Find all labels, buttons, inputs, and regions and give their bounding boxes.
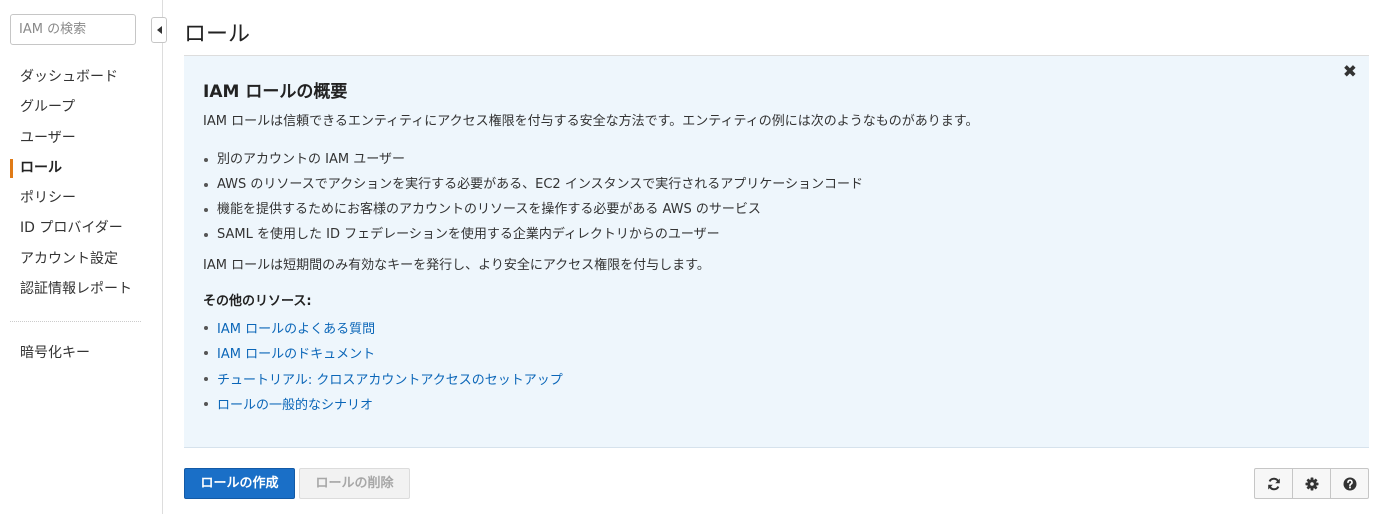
- sidebar-nav: ダッシュボード グループ ユーザー ロール ポリシー ID プロバイダー アカウ…: [0, 62, 162, 304]
- panel-title: IAM ロールの概要: [203, 82, 348, 102]
- settings-button[interactable]: [1293, 468, 1331, 499]
- caret-left-icon: [156, 26, 162, 34]
- tutorial-link[interactable]: チュートリアル: クロスアカウントアクセスのセットアップ: [217, 373, 563, 388]
- help-button[interactable]: [1331, 468, 1369, 499]
- refresh-button[interactable]: [1254, 468, 1293, 499]
- panel-summary: IAM ロールは短期間のみ有効なキーを発行し、より安全にアクセス権限を付与します…: [203, 258, 710, 273]
- list-item: IAM ロールのよくある質問: [203, 315, 563, 340]
- sidebar-item-encryption-keys[interactable]: 暗号化キー: [0, 338, 162, 368]
- documentation-link[interactable]: IAM ロールのドキュメント: [217, 347, 375, 362]
- resources-link-list: IAM ロールのよくある質問 IAM ロールのドキュメント チュートリアル: ク…: [203, 315, 563, 416]
- list-item: IAM ロールのドキュメント: [203, 340, 563, 365]
- close-icon[interactable]: ✖: [1343, 62, 1357, 82]
- sidebar-item-account-settings[interactable]: アカウント設定: [0, 244, 162, 274]
- sidebar-item-dashboard[interactable]: ダッシュボード: [0, 62, 162, 92]
- gear-icon: [1305, 477, 1318, 490]
- resources-heading: その他のリソース:: [203, 294, 312, 309]
- create-role-button[interactable]: ロールの作成: [184, 468, 295, 499]
- info-panel: ✖ IAM ロールの概要 IAM ロールは信頼できるエンティティにアクセス権限を…: [184, 56, 1369, 448]
- collapse-sidebar-button[interactable]: [151, 17, 167, 43]
- entity-example-list: 別のアカウントの IAM ユーザー AWS のリソースでアクションを実行する必要…: [203, 147, 863, 247]
- page-title: ロール: [184, 22, 251, 47]
- list-item: 別のアカウントの IAM ユーザー: [203, 147, 863, 172]
- sidebar-item-credential-report[interactable]: 認証情報レポート: [0, 274, 162, 304]
- sidebar-item-identity-providers[interactable]: ID プロバイダー: [0, 213, 162, 243]
- list-item: 機能を提供するためにお客様のアカウントのリソースを操作する必要がある AWS の…: [203, 197, 863, 222]
- sidebar-item-policies[interactable]: ポリシー: [0, 183, 162, 213]
- refresh-icon: [1267, 477, 1280, 490]
- sidebar-item-roles[interactable]: ロール: [0, 153, 162, 183]
- sidebar-item-users[interactable]: ユーザー: [0, 123, 162, 153]
- faq-link[interactable]: IAM ロールのよくある質問: [217, 322, 375, 337]
- delete-role-button[interactable]: ロールの削除: [299, 468, 410, 499]
- sidebar-extra-nav: 暗号化キー: [0, 338, 162, 368]
- list-item: SAML を使用した ID フェデレーションを使用する企業内ディレクトリからのユ…: [203, 222, 863, 247]
- help-icon: [1343, 477, 1356, 490]
- search-input[interactable]: [10, 14, 136, 45]
- sidebar-divider: [10, 321, 141, 322]
- table-toolbar: [1254, 468, 1369, 499]
- sidebar-item-groups[interactable]: グループ: [0, 92, 162, 122]
- list-item: チュートリアル: クロスアカウントアクセスのセットアップ: [203, 366, 563, 391]
- sidebar: ダッシュボード グループ ユーザー ロール ポリシー ID プロバイダー アカウ…: [0, 0, 167, 514]
- list-item: ロールの一般的なシナリオ: [203, 391, 563, 416]
- list-item: AWS のリソースでアクションを実行する必要がある、EC2 インスタンスで実行さ…: [203, 172, 863, 197]
- scenarios-link[interactable]: ロールの一般的なシナリオ: [217, 398, 373, 413]
- panel-intro: IAM ロールは信頼できるエンティティにアクセス権限を付与する安全な方法です。エ…: [203, 114, 979, 129]
